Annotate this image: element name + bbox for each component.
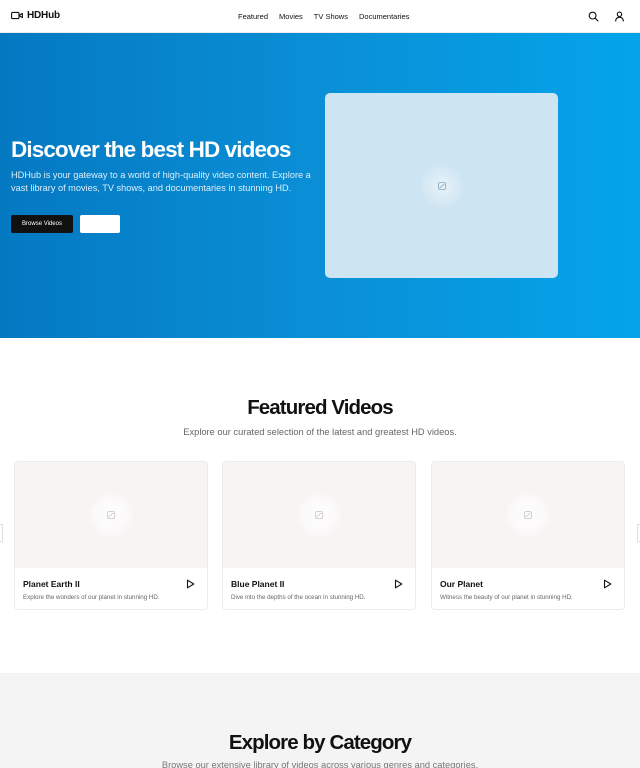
video-thumbnail: [223, 462, 415, 568]
video-title: Our Planet: [440, 579, 483, 589]
carousel-prev-button[interactable]: [0, 524, 3, 542]
video-thumbnail: [432, 462, 624, 568]
broken-image-icon: [315, 511, 323, 519]
image-placeholder-glow: [296, 492, 342, 538]
nav-link-documentaries[interactable]: Documentaries: [359, 12, 409, 21]
video-card[interactable]: Blue Planet II Dive into the depths of t…: [222, 461, 416, 610]
video-description: Dive into the depths of the ocean in stu…: [231, 594, 366, 601]
search-icon[interactable]: [588, 11, 599, 22]
main-nav: Featured Movies TV Shows Documentaries: [238, 12, 409, 21]
categories-subtitle: Browse our extensive library of videos a…: [161, 760, 479, 768]
play-icon[interactable]: [603, 579, 612, 589]
secondary-button[interactable]: [80, 215, 120, 233]
featured-title: Featured Videos: [247, 396, 394, 419]
user-icon[interactable]: [614, 11, 625, 22]
play-icon[interactable]: [394, 579, 403, 589]
video-card[interactable]: Our Planet Witness the beauty of our pla…: [431, 461, 625, 610]
video-camera-icon: [11, 11, 23, 20]
nav-link-tv-shows[interactable]: TV Shows: [314, 12, 348, 21]
nav-link-featured[interactable]: Featured: [238, 12, 268, 21]
image-placeholder-glow: [88, 492, 134, 538]
video-thumbnail: [15, 462, 207, 568]
video-description: Witness the beauty of our planet in stun…: [440, 594, 573, 601]
categories-title: Explore by Category: [228, 731, 412, 754]
video-card[interactable]: Planet Earth II Explore the wonders of o…: [14, 461, 208, 610]
image-placeholder-glow: [505, 492, 551, 538]
nav-link-movies[interactable]: Movies: [279, 12, 303, 21]
play-icon[interactable]: [186, 579, 195, 589]
video-description: Explore the wonders of our planet in stu…: [23, 594, 160, 601]
broken-image-icon: [107, 511, 115, 519]
hero-description: HDHub is your gateway to a world of high…: [11, 170, 311, 193]
image-placeholder-glow: [418, 162, 465, 209]
broken-image-icon: [524, 511, 532, 519]
broken-image-icon: [437, 181, 446, 190]
video-title: Blue Planet II: [231, 579, 285, 589]
hero-image-placeholder: [325, 93, 558, 278]
hero-section: Discover the best HD videos HDHub is you…: [0, 33, 640, 338]
logo-text: HDHub: [27, 10, 60, 21]
logo[interactable]: HDHub: [11, 10, 60, 21]
browse-videos-button[interactable]: Browse Videos: [11, 215, 73, 233]
hero-title: Discover the best HD videos: [11, 137, 291, 162]
video-title: Planet Earth II: [23, 579, 80, 589]
featured-subtitle: Explore our curated selection of the lat…: [183, 427, 457, 437]
site-header: HDHub Featured Movies TV Shows Documenta…: [0, 0, 640, 33]
